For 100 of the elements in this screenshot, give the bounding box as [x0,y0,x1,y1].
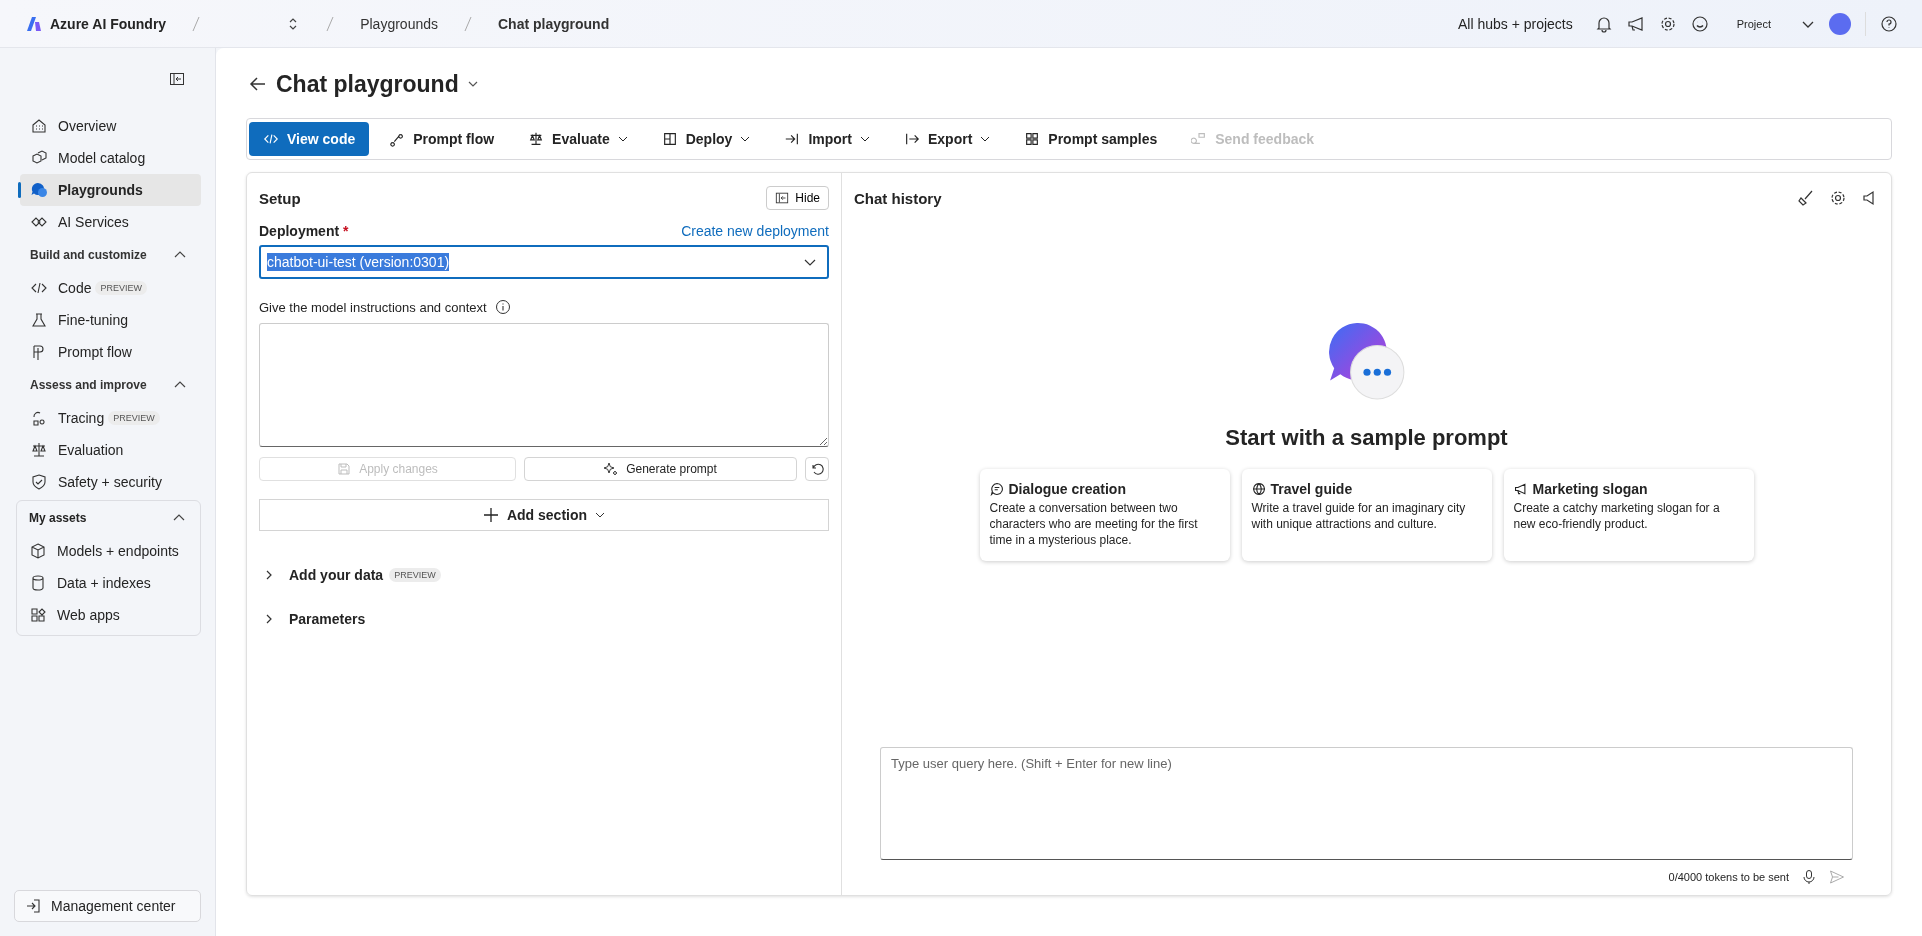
sample-prompt-heading: Start with a sample prompt [1225,425,1508,451]
query-field[interactable]: Type user query here. (Shift + Enter for new line) [880,747,1853,860]
sample-prompt-card[interactable]: Travel guide Write a travel guide for an imaginary city with unique attractions and culture. [1241,469,1492,561]
breadcrumb-link[interactable]: Chat playground [498,15,610,32]
toolbar-button[interactable]: Import [770,122,884,156]
slash-separator-icon [464,15,472,32]
toolbar-button[interactable]: Prompt samples [1010,122,1172,156]
chat-bubbles-icon [30,181,48,199]
info-icon[interactable] [494,299,511,315]
nav-item[interactable]: Web apps [17,599,200,631]
globe-icon [1251,482,1266,496]
flask-icon [30,311,48,329]
sample-prompt-card[interactable]: Marketing slogan Create a catchy marketing slogan for a new eco-friendly product. [1503,469,1754,561]
sample-prompt-card[interactable]: Dialogue creation Create a conversation between two characters who are meeting for the first time in a mysterious place. [979,469,1230,561]
instructions-label: Give the model instructions and context [259,299,487,315]
card-description: Create a catchy marketing slogan for a new eco-friendly product. [1513,500,1721,532]
chat-icon [989,482,1004,496]
nav-item[interactable]: Safety + security [20,466,162,498]
smiley-icon[interactable] [1690,14,1709,33]
preview-badge: PREVIEW [108,411,160,425]
trace-icon [30,409,48,427]
megaphone-icon [1513,482,1528,496]
instructions-field[interactable] [259,323,829,447]
deployment-dropdown[interactable]: chatbot-ui-test (version:0301) [259,245,829,279]
card-title: Dialogue creation [1008,481,1126,497]
nav-item[interactable]: Prompt flow [20,336,132,368]
cube-icon [29,542,47,560]
caret-icon [980,134,991,144]
plus-icon [482,507,499,523]
sign-in-icon [25,898,41,914]
setup-heading: Setup [259,189,301,207]
preview-badge: PREVIEW [389,568,441,582]
shield-icon [30,473,48,491]
card-title: Marketing slogan [1532,481,1648,497]
collapse-panel-icon [775,191,790,205]
toolbar-button[interactable]: View code [249,122,370,156]
house-icon [30,117,48,135]
card-description: Create a conversation between two characters who are meeting for the first time in a mysterious place. [989,500,1199,548]
broom-icon[interactable] [1797,189,1815,207]
caret-icon [859,134,870,144]
expander-button[interactable]: Add your data [259,567,384,583]
caret-icon [617,134,628,144]
toolbar-button[interactable]: Deploy [647,122,765,156]
slash-separator-icon [192,15,201,32]
create-deployment-link[interactable]: Create new deployment [681,223,829,239]
section-heading: My assets [29,511,87,525]
bell-icon[interactable] [1594,14,1613,33]
caret-icon [595,510,606,520]
logo-icon [26,15,42,32]
nav-item[interactable]: Playgrounds [20,174,201,206]
nav-item[interactable]: Overview [20,110,201,142]
nav-item[interactable]: AI Services [20,206,201,238]
nav-item[interactable]: Model catalog [20,142,201,174]
toolbar-button[interactable]: Export [889,122,1005,156]
save-icon [337,462,352,476]
undo-icon [810,462,824,476]
tiles-icon [1024,131,1041,147]
toolbar-button[interactable]: Evaluate [514,122,642,156]
preview-badge: PREVIEW [95,281,147,295]
apps-icon [29,606,47,624]
token-count: 0/4000 tokens to be sent [1668,871,1789,883]
toolbar-button[interactable]: Prompt flow [375,122,509,156]
nav-item[interactable]: Evaluation [20,434,124,466]
scales-icon [528,131,545,147]
grid-icon [661,131,678,147]
settings-icon[interactable] [1829,189,1847,207]
chat-history-heading: Chat history [854,189,942,207]
import-icon [784,131,801,147]
required-mark: * [343,223,349,239]
expander-button[interactable]: Parameters [259,611,366,627]
nav-item[interactable]: Code [20,272,92,304]
card-title: Travel guide [1270,481,1353,497]
breadcrumb-link[interactable]: Playgrounds [360,15,438,32]
deployment-label: Deployment [259,223,340,239]
code-icon [263,131,279,147]
nav-item[interactable]: Fine-tuning [20,304,129,336]
megaphone-icon[interactable] [1626,14,1645,33]
project-label[interactable]: Project [1736,17,1771,30]
add-section-button[interactable]: Add section [259,499,829,531]
nav-item[interactable]: Models + endpoints [17,535,200,567]
reset-button[interactable] [805,457,829,481]
slash-separator-icon [326,15,335,32]
help-icon[interactable] [1880,14,1898,33]
section-heading: Assess and improve [30,378,147,392]
hub-selector[interactable]: All hubs + projects [1457,15,1573,32]
hide-button[interactable]: Hide [766,186,829,210]
nav-item[interactable]: Data + indexes [17,567,200,599]
generate-prompt-button[interactable]: Generate prompt [524,457,797,481]
nav-item[interactable]: Tracing [20,402,105,434]
management-center-button[interactable]: Management center [14,890,201,922]
sparkle-icon [604,462,619,476]
export-icon [903,131,920,147]
collapse-panel-icon[interactable] [169,71,185,87]
cylinder-icon [29,574,47,592]
section-heading: Build and customize [30,248,147,262]
brand-name: Azure AI Foundry [50,15,167,32]
nodes-icon [389,131,406,147]
avatar[interactable] [1829,12,1851,35]
card-description: Write a travel guide for an imaginary city with unique attractions and culture. [1251,500,1467,532]
microphone-icon[interactable] [1801,869,1817,885]
